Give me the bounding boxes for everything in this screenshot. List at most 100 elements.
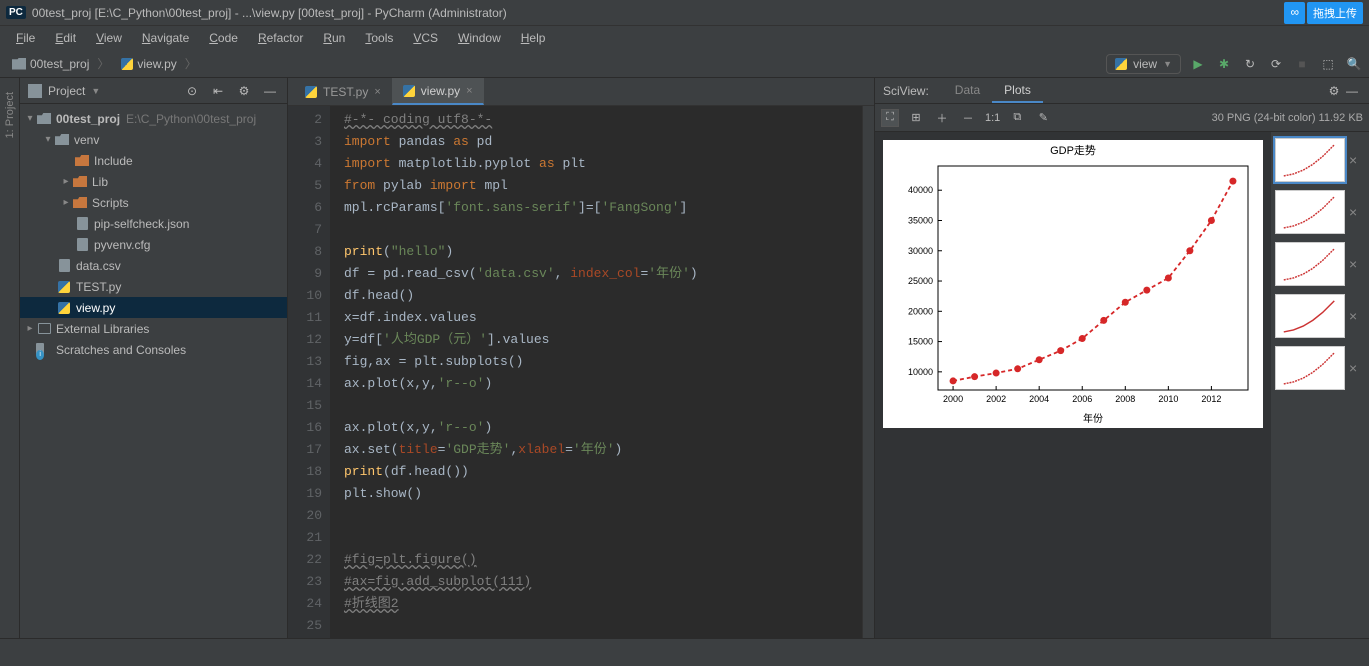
line-number-gutter[interactable]: 2345678910111213141516171819202122232425… bbox=[288, 106, 330, 638]
editor-tab-view-py[interactable]: view.py× bbox=[392, 78, 484, 105]
update-icon[interactable]: ⬚ bbox=[1319, 55, 1337, 73]
close-icon[interactable]: × bbox=[1349, 152, 1357, 168]
svg-text:30000: 30000 bbox=[908, 246, 933, 256]
editor-tab-TEST-py[interactable]: TEST.py× bbox=[294, 79, 392, 105]
menubar: FileEditViewNavigateCodeRefactorRunTools… bbox=[0, 26, 1369, 50]
tree-scratches[interactable]: i Scratches and Consoles bbox=[20, 339, 287, 360]
run-icon[interactable]: ▶ bbox=[1189, 55, 1207, 73]
plot-toolbar: ⛶ ⊞ ＋ － 1:1 ⧉ ✎ 30 PNG (24-bit color) 11… bbox=[875, 104, 1369, 132]
search-icon[interactable]: 🔍 bbox=[1345, 55, 1363, 73]
menu-edit[interactable]: Edit bbox=[45, 28, 86, 48]
run-configuration-selector[interactable]: view ▼ bbox=[1106, 54, 1181, 74]
expand-arrow-icon[interactable] bbox=[60, 176, 72, 187]
collapse-icon[interactable]: ⇤ bbox=[209, 82, 227, 100]
svg-text:40000: 40000 bbox=[908, 185, 933, 195]
menu-code[interactable]: Code bbox=[199, 28, 248, 48]
grid-icon[interactable]: ⊞ bbox=[907, 109, 925, 127]
menu-refactor[interactable]: Refactor bbox=[248, 28, 313, 48]
plot-thumbnail[interactable] bbox=[1275, 242, 1345, 286]
tree-root[interactable]: 00test_proj E:\C_Python\00test_proj bbox=[20, 108, 287, 129]
menu-navigate[interactable]: Navigate bbox=[132, 28, 199, 48]
breadcrumb-project[interactable]: 00test_proj 〉 bbox=[6, 53, 115, 74]
file-icon bbox=[77, 238, 88, 251]
tree-external-libraries[interactable]: External Libraries bbox=[20, 318, 287, 339]
menu-tools[interactable]: Tools bbox=[355, 28, 403, 48]
project-tree[interactable]: 00test_proj E:\C_Python\00test_proj venv… bbox=[20, 104, 287, 638]
export-icon[interactable]: ⧉ bbox=[1008, 109, 1026, 127]
locate-icon[interactable]: ⊙ bbox=[183, 82, 201, 100]
app-badge-icon: PC bbox=[6, 6, 26, 19]
expand-arrow-icon[interactable] bbox=[42, 134, 54, 145]
plot-thumbnail[interactable] bbox=[1275, 190, 1345, 234]
close-icon[interactable]: × bbox=[1349, 204, 1357, 220]
svg-text:15000: 15000 bbox=[908, 337, 933, 347]
breadcrumb-file[interactable]: view.py 〉 bbox=[115, 53, 202, 74]
plot-thumbnail[interactable] bbox=[1275, 294, 1345, 338]
hide-icon[interactable]: — bbox=[261, 82, 279, 100]
sciview-tab-plots[interactable]: Plots bbox=[992, 79, 1043, 103]
menu-window[interactable]: Window bbox=[448, 28, 511, 48]
tree-include[interactable]: Include bbox=[20, 150, 287, 171]
expand-arrow-icon[interactable] bbox=[24, 113, 36, 124]
zoom-out-icon[interactable]: － bbox=[959, 109, 977, 127]
python-file-icon bbox=[58, 302, 70, 314]
svg-text:GDP走势: GDP走势 bbox=[1050, 144, 1096, 157]
sciview-tab-data[interactable]: Data bbox=[943, 79, 992, 103]
titlebar: PC 00test_proj [E:\C_Python\00test_proj]… bbox=[0, 0, 1369, 26]
close-icon[interactable]: × bbox=[1349, 308, 1357, 324]
plot-viewer[interactable]: GDP走势10000150002000025000300003500040000… bbox=[875, 132, 1271, 638]
navigation-bar: 00test_proj 〉 view.py 〉 view ▼ ▶ ✱ ↻ ⟳ ■… bbox=[0, 50, 1369, 78]
tool-tab-project[interactable]: 1: Project bbox=[4, 86, 16, 144]
fit-screen-icon[interactable]: ⛶ bbox=[881, 109, 899, 127]
zoom-in-icon[interactable]: ＋ bbox=[933, 109, 951, 127]
plot-thumbnail[interactable] bbox=[1275, 346, 1345, 390]
svg-text:2008: 2008 bbox=[1115, 394, 1135, 404]
chevron-right-icon: 〉 bbox=[97, 55, 109, 72]
tree-scripts[interactable]: Scripts bbox=[20, 192, 287, 213]
close-icon[interactable]: × bbox=[1349, 360, 1357, 376]
svg-text:2002: 2002 bbox=[986, 394, 1006, 404]
menu-run[interactable]: Run bbox=[313, 28, 355, 48]
menu-file[interactable]: File bbox=[6, 28, 45, 48]
plot-thumbnail[interactable] bbox=[1275, 138, 1345, 182]
project-view-icon bbox=[28, 84, 42, 98]
tree-venv[interactable]: venv bbox=[20, 129, 287, 150]
tree-view-py[interactable]: view.py bbox=[20, 297, 287, 318]
svg-text:2000: 2000 bbox=[943, 394, 963, 404]
window-title: 00test_proj [E:\C_Python\00test_proj] - … bbox=[32, 6, 507, 20]
close-tab-icon[interactable]: × bbox=[466, 85, 472, 97]
error-stripe[interactable] bbox=[862, 106, 874, 638]
tree-data-csv[interactable]: data.csv bbox=[20, 255, 287, 276]
chevron-down-icon[interactable]: ▼ bbox=[91, 86, 100, 96]
menu-view[interactable]: View bbox=[86, 28, 132, 48]
stop-icon[interactable]: ■ bbox=[1293, 55, 1311, 73]
tree-pip-selfcheck[interactable]: pip-selfcheck.json bbox=[20, 213, 287, 234]
color-picker-icon[interactable]: ✎ bbox=[1034, 109, 1052, 127]
chevron-right-icon: 〉 bbox=[185, 55, 197, 72]
python-file-icon bbox=[305, 86, 317, 98]
hide-icon[interactable]: — bbox=[1343, 82, 1361, 100]
code-editor[interactable]: #-*- coding utf8-*- import pandas as pd … bbox=[330, 106, 862, 638]
coverage-icon[interactable]: ↻ bbox=[1241, 55, 1259, 73]
profile-icon[interactable]: ⟳ bbox=[1267, 55, 1285, 73]
debug-icon[interactable]: ✱ bbox=[1215, 55, 1233, 73]
folder-icon bbox=[73, 197, 87, 208]
menu-vcs[interactable]: VCS bbox=[403, 28, 448, 48]
editor-panel: TEST.py×view.py× 23456789101112131415161… bbox=[288, 78, 874, 638]
drag-upload-button[interactable]: 拖拽上传 bbox=[1307, 2, 1363, 24]
expand-arrow-icon[interactable] bbox=[24, 323, 36, 334]
zoom-ratio[interactable]: 1:1 bbox=[985, 112, 1000, 124]
tree-lib[interactable]: Lib bbox=[20, 171, 287, 192]
gear-icon[interactable]: ⚙ bbox=[1325, 82, 1343, 100]
svg-text:25000: 25000 bbox=[908, 276, 933, 286]
close-icon[interactable]: × bbox=[1349, 256, 1357, 272]
menu-help[interactable]: Help bbox=[511, 28, 556, 48]
tree-pyvenv-cfg[interactable]: pyvenv.cfg bbox=[20, 234, 287, 255]
tree-test-py[interactable]: TEST.py bbox=[20, 276, 287, 297]
status-bar bbox=[0, 638, 1369, 666]
cloud-sync-icon[interactable]: ∞ bbox=[1284, 2, 1305, 24]
gear-icon[interactable]: ⚙ bbox=[235, 82, 253, 100]
expand-arrow-icon[interactable] bbox=[60, 197, 72, 208]
project-panel-header: Project ▼ ⊙ ⇤ ⚙ — bbox=[20, 78, 287, 104]
close-tab-icon[interactable]: × bbox=[374, 86, 380, 98]
